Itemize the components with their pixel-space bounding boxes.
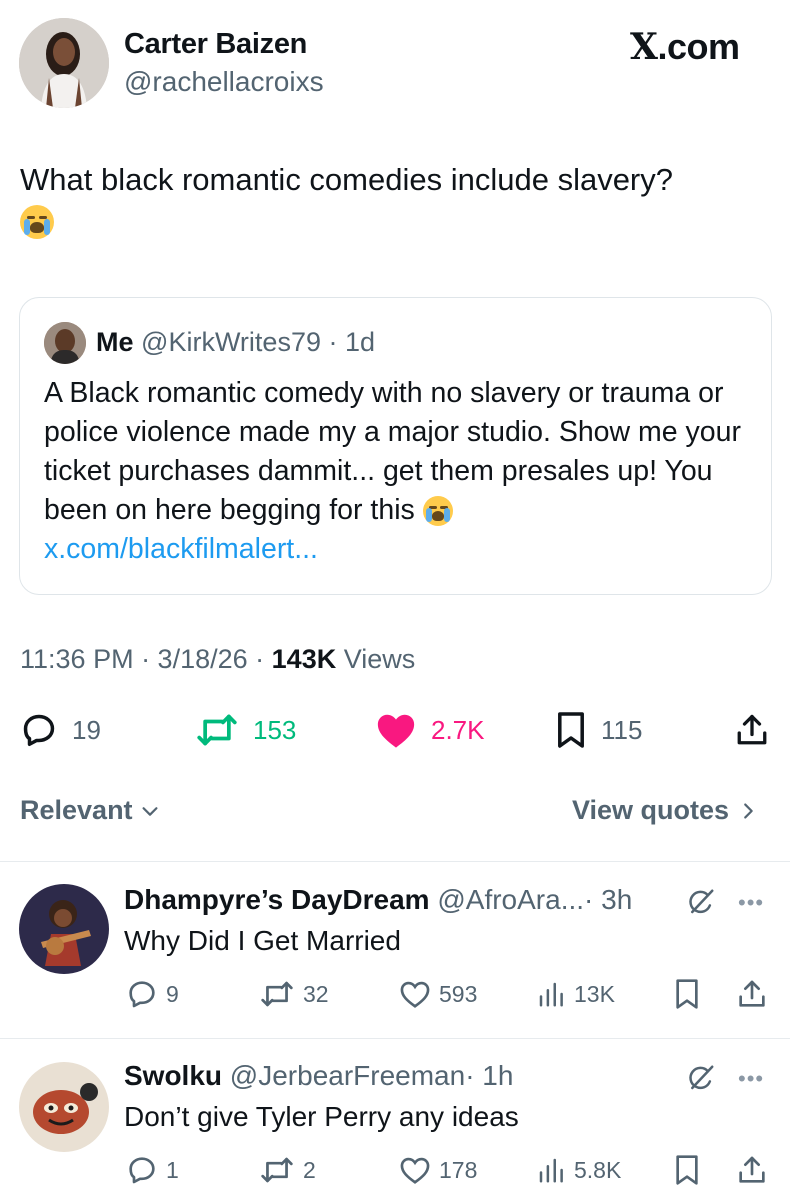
- reply-time: · 3h: [584, 884, 633, 915]
- chevron-down-icon: [142, 806, 158, 816]
- share-button[interactable]: [734, 708, 770, 752]
- heart-icon: [377, 714, 415, 748]
- quoted-tweet-text: A Black romantic comedy with no slavery …: [44, 374, 756, 569]
- view-quotes-link[interactable]: View quotes: [572, 795, 759, 826]
- reply-header: Dhampyre’s DayDream @AfroAra...· 3h: [124, 884, 632, 916]
- bookmark-button[interactable]: 115: [555, 708, 642, 752]
- reply-button[interactable]: 19: [20, 708, 101, 752]
- view-quotes-label: View quotes: [572, 795, 730, 825]
- views-count: 5.8K: [574, 1156, 622, 1183]
- like-button[interactable]: 2.7K: [375, 708, 485, 752]
- reply-count: 9: [166, 980, 179, 1007]
- author-name[interactable]: Carter Baizen: [124, 28, 307, 61]
- reply-button[interactable]: 1: [126, 1152, 179, 1188]
- quoted-tweet-body: A Black romantic comedy with no slavery …: [44, 377, 741, 526]
- reply-text: Don’t give Tyler Perry any ideas: [124, 1101, 519, 1132]
- repost-button[interactable]: 153: [195, 708, 296, 752]
- views-label: Views: [343, 644, 416, 674]
- bookmark-count: 115: [601, 714, 643, 745]
- share-icon[interactable]: [736, 978, 768, 1010]
- relevant-sort-button[interactable]: Relevant: [20, 795, 161, 826]
- reply-author-handle[interactable]: @AfroAra...: [437, 884, 584, 915]
- x-logo: X.com: [630, 26, 740, 68]
- reply-count: 19: [72, 714, 101, 745]
- repost-icon: [261, 1157, 293, 1183]
- tweet-meta: 11:36 PM · 3/18/26 · 143K Views: [20, 644, 415, 675]
- reply-avatar[interactable]: [19, 884, 109, 974]
- reply-count: 1: [166, 1156, 179, 1183]
- x-brand-mark: X: [630, 26, 658, 68]
- share-icon[interactable]: [736, 1154, 768, 1186]
- like-count: 2.7K: [431, 714, 485, 745]
- repost-icon: [261, 981, 293, 1007]
- like-button[interactable]: 593: [399, 976, 477, 1012]
- like-button[interactable]: 178: [399, 1152, 477, 1188]
- reply-icon: [23, 714, 55, 746]
- quoted-tweet-time: · 1d: [328, 327, 376, 357]
- heart-icon: [400, 981, 430, 1008]
- tweet-text: What black romantic comedies include sla…: [20, 160, 770, 240]
- views-count: 143K: [271, 644, 337, 674]
- heart-icon: [400, 1157, 430, 1184]
- repost-count: 153: [253, 714, 297, 745]
- quoted-author-handle: @KirkWrites79: [141, 327, 321, 357]
- more-options-icon[interactable]: •••: [738, 890, 764, 916]
- more-options-icon[interactable]: •••: [738, 1066, 764, 1092]
- views-button[interactable]: 5.8K: [536, 1152, 621, 1188]
- bookmark-icon[interactable]: [673, 978, 701, 1010]
- tweet-text-content: What black romantic comedies include sla…: [20, 162, 673, 197]
- brand-domain: .com: [657, 26, 740, 67]
- tweet-timestamp[interactable]: 11:36 PM · 3/18/26 ·: [20, 644, 264, 674]
- quoted-tweet-link[interactable]: x.com/blackfilmalert...: [44, 530, 756, 569]
- repost-count: 32: [303, 980, 329, 1007]
- quoted-author-name: Me: [96, 327, 134, 357]
- quoted-author-avatar: [44, 322, 86, 364]
- quoted-tweet-header: Me @KirkWrites79 · 1d: [96, 327, 375, 358]
- repost-button[interactable]: 32: [259, 976, 329, 1012]
- reply-text: Why Did I Get Married: [124, 925, 401, 956]
- like-count: 593: [439, 980, 478, 1007]
- divider: [0, 861, 790, 862]
- reply-time: · 1h: [465, 1060, 514, 1091]
- grok-icon[interactable]: [686, 1063, 716, 1093]
- share-icon: [737, 714, 767, 745]
- loudly-crying-face-icon: [422, 496, 453, 527]
- bookmark-icon: [558, 712, 584, 748]
- repost-count: 2: [303, 1156, 316, 1183]
- bookmark-icon[interactable]: [673, 1154, 701, 1186]
- reply-header: Swolku @JerbearFreeman· 1h: [124, 1060, 513, 1092]
- like-count: 178: [439, 1156, 478, 1183]
- repost-icon: [197, 714, 237, 746]
- divider: [0, 1038, 790, 1039]
- relevant-label: Relevant: [20, 795, 133, 825]
- author-handle[interactable]: @rachellacroixs: [124, 66, 324, 98]
- reply-icon: [129, 1157, 155, 1184]
- views-button[interactable]: 13K: [536, 976, 615, 1012]
- author-avatar[interactable]: [19, 18, 109, 108]
- analytics-icon: [539, 982, 563, 1007]
- grok-icon[interactable]: [686, 887, 716, 917]
- reply-button[interactable]: 9: [126, 976, 179, 1012]
- loudly-crying-face-icon: [20, 204, 54, 239]
- reply-avatar[interactable]: [19, 1062, 109, 1152]
- repost-button[interactable]: 2: [259, 1152, 316, 1188]
- reply-author-name[interactable]: Swolku: [124, 1060, 222, 1091]
- reply-author-handle[interactable]: @JerbearFreeman: [230, 1060, 465, 1091]
- reply-author-name[interactable]: Dhampyre’s DayDream: [124, 884, 430, 915]
- views-count: 13K: [574, 980, 615, 1007]
- analytics-icon: [539, 1158, 563, 1183]
- reply-icon: [129, 981, 155, 1008]
- chevron-right-icon: [744, 802, 753, 819]
